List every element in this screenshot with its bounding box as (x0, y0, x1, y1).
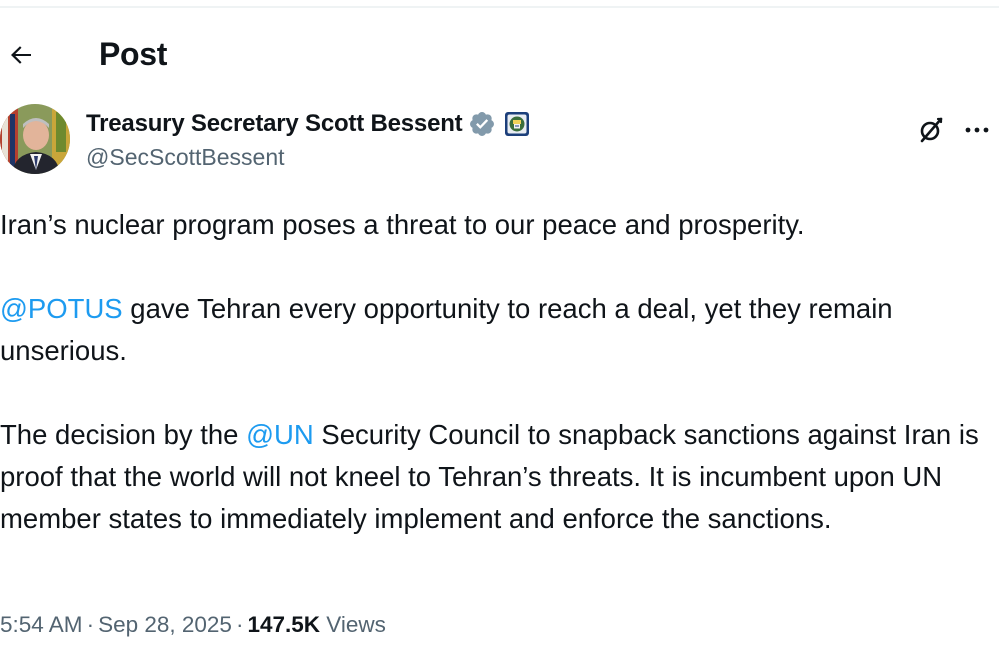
post-page: Post Treasury Secretary Scott Bessent @S… (0, 0, 999, 666)
meta-separator: · (235, 612, 244, 637)
tweet-text-span: Iran’s nuclear program poses a threat to… (0, 209, 805, 240)
treasury-seal-icon[interactable] (504, 111, 530, 137)
tweet-paragraph-3: The decision by the @UN Security Council… (0, 414, 995, 540)
grok-button[interactable] (913, 112, 949, 148)
views-label: Views (326, 612, 386, 637)
avatar[interactable] (0, 104, 70, 174)
mention-potus-link[interactable]: @POTUS (0, 293, 123, 324)
post-header: Post (0, 28, 999, 84)
tweet-text-span: gave Tehran every opportunity to reach a… (0, 293, 893, 366)
author-row: Treasury Secretary Scott Bessent @SecSco… (0, 104, 999, 180)
post-date[interactable]: Sep 28, 2025 (98, 612, 232, 637)
grok-icon (920, 117, 943, 143)
avatar-image (0, 104, 70, 174)
page-title: Post (99, 36, 168, 72)
verified-badge-icon[interactable] (468, 110, 496, 138)
mention-un-link[interactable]: @UN (246, 419, 314, 450)
author-names: Treasury Secretary Scott Bessent @SecSco… (86, 108, 530, 171)
author-handle[interactable]: @SecScottBessent (86, 144, 530, 171)
back-button[interactable] (4, 38, 38, 72)
tweet-paragraph-1: Iran’s nuclear program poses a threat to… (0, 204, 995, 246)
top-divider (0, 6, 999, 8)
display-name-line: Treasury Secretary Scott Bessent (86, 108, 530, 140)
arrow-left-icon (11, 46, 31, 64)
post-meta: 5:54 AM · Sep 28, 2025 · 147.5K Views (0, 612, 386, 638)
post-time[interactable]: 5:54 AM (0, 612, 83, 637)
views-count: 147.5K (247, 612, 320, 637)
tweet-text-span: The decision by the (0, 419, 247, 450)
tweet-paragraph-2: @POTUS gave Tehran every opportunity to … (0, 288, 995, 372)
display-name[interactable]: Treasury Secretary Scott Bessent (86, 110, 463, 138)
tweet-text: Iran’s nuclear program poses a threat to… (0, 204, 995, 540)
more-horizontal-icon (965, 127, 989, 133)
more-button[interactable] (959, 112, 995, 148)
meta-separator: · (86, 612, 95, 637)
